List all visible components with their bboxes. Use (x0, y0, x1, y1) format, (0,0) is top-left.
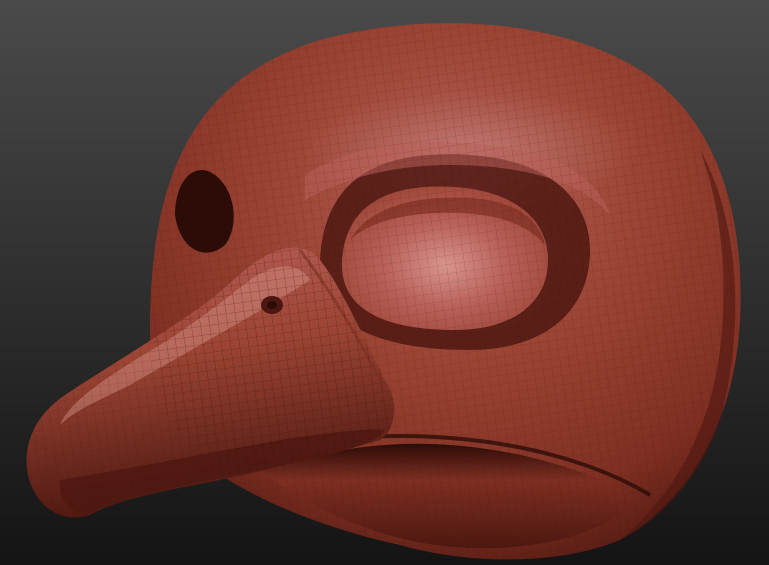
sculpt-viewport[interactable] (0, 0, 769, 565)
sculpt-canvas[interactable] (0, 0, 769, 565)
